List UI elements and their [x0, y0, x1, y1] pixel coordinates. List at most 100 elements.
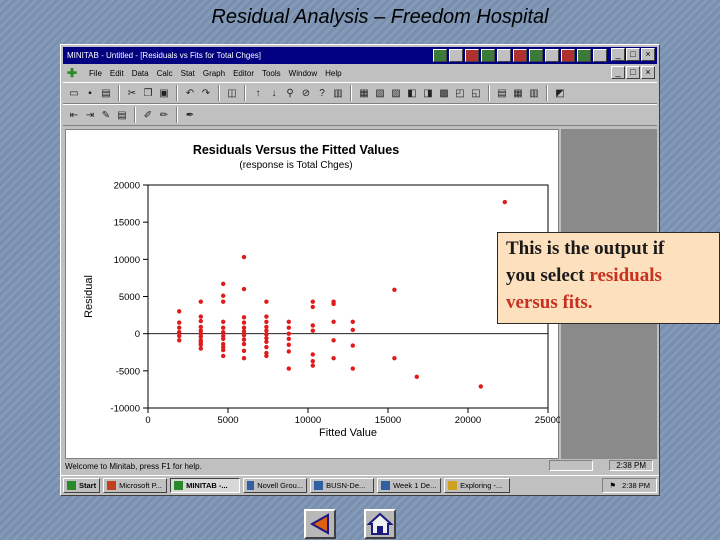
titlebar-icon-6[interactable]	[513, 49, 527, 62]
data-point	[177, 309, 182, 314]
home-button[interactable]	[364, 509, 396, 539]
menu-file[interactable]: File	[89, 69, 102, 78]
window-icon-11[interactable]: ▥	[527, 86, 541, 100]
window-icon-9[interactable]: ▤	[495, 86, 509, 100]
menu-editor[interactable]: Editor	[233, 69, 254, 78]
data-point	[198, 314, 203, 319]
callout-text: you select	[506, 265, 590, 286]
up-arrow-icon[interactable]: ↑	[251, 86, 265, 100]
data-point	[286, 366, 291, 371]
chart-subtitle: (response is Total Chges)	[239, 160, 352, 171]
window-icon-6[interactable]: ▩	[437, 86, 451, 100]
brush-left-icon[interactable]: ⇤	[67, 108, 81, 122]
brush-right-icon[interactable]: ⇥	[83, 108, 97, 122]
find-icon[interactable]: ⚲	[283, 86, 297, 100]
data-point	[502, 199, 507, 205]
doc-restore-button[interactable]: □	[626, 66, 640, 79]
window-icon-12[interactable]: ◩	[553, 86, 567, 100]
data-point	[177, 333, 182, 339]
x-tick-label: 25000	[535, 415, 560, 426]
save-icon[interactable]: ▪	[83, 86, 97, 100]
data-point	[221, 325, 226, 330]
edit-attributes-icon[interactable]: ✐	[141, 108, 155, 122]
data-point	[241, 254, 247, 260]
callout-box: This is the output if you select residua…	[497, 232, 720, 324]
tray-icon[interactable]: ⚑	[609, 481, 616, 490]
data-point	[221, 281, 226, 287]
minitab-icon	[174, 481, 184, 490]
menu-stat[interactable]: Stat	[181, 69, 195, 78]
x-tick-label: 5000	[217, 415, 238, 426]
window-icon-5[interactable]: ◨	[421, 86, 435, 100]
data-point	[198, 346, 203, 351]
menu-data[interactable]: Data	[132, 69, 149, 78]
titlebar-icon-7[interactable]	[529, 49, 543, 62]
minimize-button[interactable]: _	[611, 48, 625, 61]
titlebar-icon-5[interactable]	[497, 49, 511, 62]
pen-icon[interactable]: ✒	[183, 108, 197, 122]
window-icon-1[interactable]: ▦	[357, 86, 371, 100]
paste-icon[interactable]: ▣	[157, 86, 171, 100]
data-point	[221, 319, 226, 324]
graph-edit-icon[interactable]: ✏	[157, 108, 171, 122]
down-arrow-icon[interactable]: ↓	[267, 86, 281, 100]
taskbar-item-powerpoint[interactable]: Microsoft P...	[103, 478, 168, 493]
window-icon-10[interactable]: ▦	[511, 86, 525, 100]
y-tick-label: 0	[135, 329, 140, 340]
last-dialog-icon[interactable]: ◫	[225, 86, 239, 100]
window-icon-4[interactable]: ◧	[405, 86, 419, 100]
window-titlebar[interactable]: MINITAB - Untitled - [Residuals vs Fits …	[63, 47, 657, 64]
data-point	[264, 339, 269, 345]
titlebar-icon-11[interactable]	[593, 49, 607, 62]
data-point	[286, 331, 291, 336]
taskbar-item-groupwise[interactable]: Novell Grou...	[243, 478, 308, 493]
undo-icon[interactable]: ↶	[183, 86, 197, 100]
titlebar-icon-9[interactable]	[561, 49, 575, 62]
taskbar-item-label: MINITAB -...	[186, 481, 228, 490]
data-point	[241, 337, 247, 342]
doc-close-button[interactable]: ×	[641, 66, 655, 79]
y-tick-label: 10000	[114, 255, 140, 266]
data-point	[221, 299, 226, 304]
menu-help[interactable]: Help	[325, 69, 341, 78]
groupwise-icon	[247, 481, 255, 490]
titlebar-icon-8[interactable]	[545, 49, 559, 62]
data-point	[177, 325, 182, 330]
titlebar-icon-10[interactable]	[577, 49, 591, 62]
graph-print-icon[interactable]: ▤	[115, 108, 129, 122]
explorer-icon	[448, 481, 458, 490]
back-button[interactable]	[304, 509, 336, 539]
titlebar-icon-2[interactable]	[449, 49, 463, 62]
taskbar-item-label: Novell Grou...	[257, 481, 304, 490]
taskbar-item-minitab[interactable]: MINITAB -...	[170, 478, 241, 493]
redo-icon[interactable]: ↷	[199, 86, 213, 100]
taskbar-item-exploring[interactable]: Exploring -...	[444, 478, 511, 493]
taskbar-item-week1[interactable]: Week 1 De...	[377, 478, 442, 493]
menu-tools[interactable]: Tools	[262, 69, 281, 78]
doc-minimize-button[interactable]: _	[611, 66, 625, 79]
window-icon-3[interactable]: ▨	[389, 86, 403, 100]
window-icon-7[interactable]: ◰	[453, 86, 467, 100]
window-icon-2[interactable]: ▧	[373, 86, 387, 100]
maximize-button[interactable]: □	[626, 48, 640, 61]
menu-edit[interactable]: Edit	[110, 69, 124, 78]
titlebar-icon-4[interactable]	[481, 49, 495, 62]
open-icon[interactable]: ▭	[67, 86, 81, 100]
titlebar-icon-3[interactable]	[465, 49, 479, 62]
taskbar-item-busn[interactable]: BUSN-De...	[310, 478, 375, 493]
copy-icon[interactable]: ❐	[141, 86, 155, 100]
brush-icon[interactable]: ✎	[99, 108, 113, 122]
start-button[interactable]: Start	[63, 478, 101, 493]
menu-window[interactable]: Window	[289, 69, 317, 78]
window-icon-8[interactable]: ◱	[469, 86, 483, 100]
session-icon[interactable]: ▥	[331, 86, 345, 100]
titlebar-icon-1[interactable]	[433, 49, 447, 62]
menu-graph[interactable]: Graph	[203, 69, 225, 78]
close-button[interactable]: ×	[641, 48, 655, 61]
minitab-app-icon[interactable]: ✚	[67, 67, 79, 79]
print-icon[interactable]: ▤	[99, 86, 113, 100]
cut-icon[interactable]: ✂	[125, 86, 139, 100]
cancel-icon[interactable]: ⊘	[299, 86, 313, 100]
help-icon[interactable]: ?	[315, 86, 329, 100]
menu-calc[interactable]: Calc	[157, 69, 173, 78]
